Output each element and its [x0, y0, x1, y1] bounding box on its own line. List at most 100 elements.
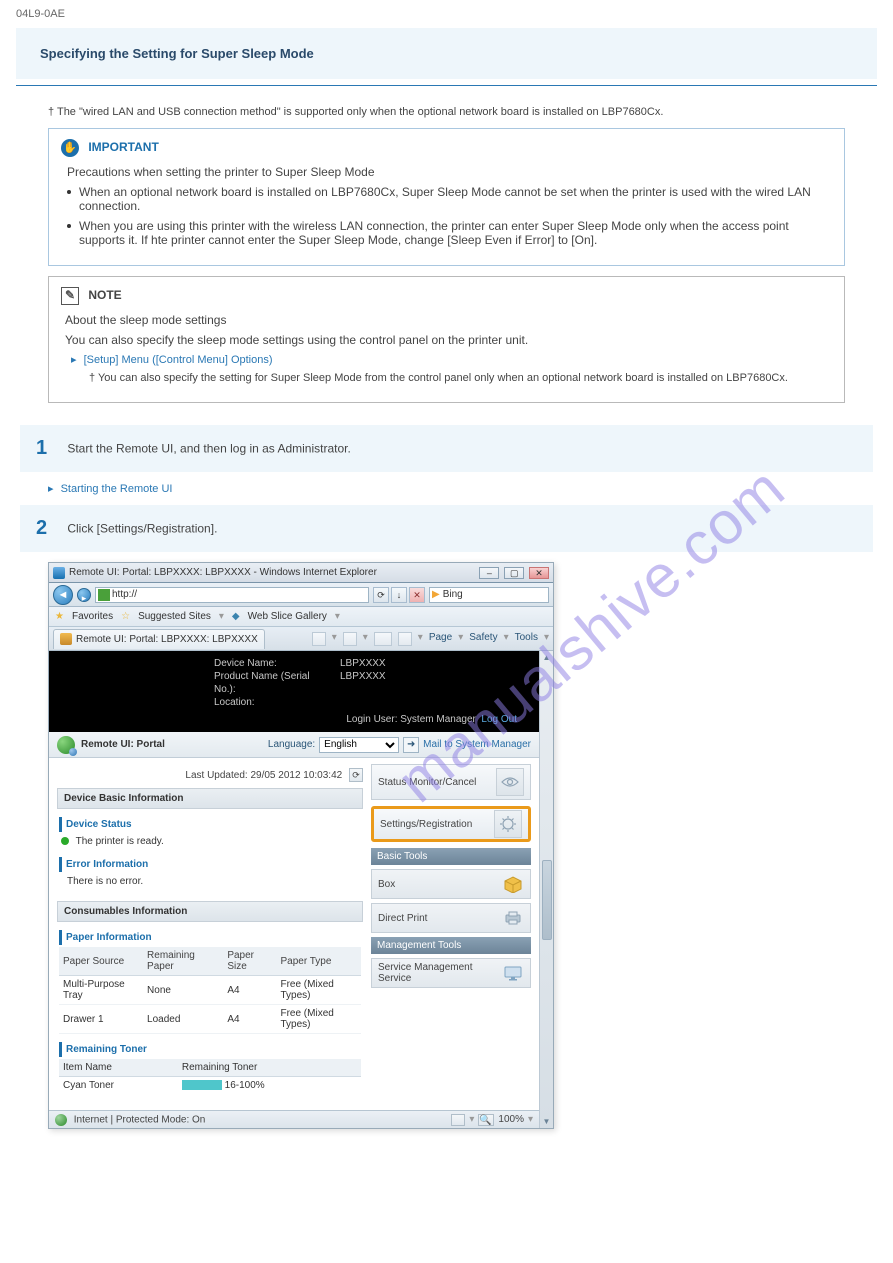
step-1-link[interactable]: ▸ Starting the Remote UI [48, 482, 845, 495]
device-name-value: LBPXXXX [340, 657, 386, 670]
window-favicon-icon [53, 567, 65, 579]
note-box: ✎ NOTE About the sleep mode settings You… [48, 276, 845, 403]
scrollbar-thumb[interactable] [542, 860, 552, 940]
refresh-button[interactable]: ⟳ [373, 587, 389, 603]
close-button[interactable]: ✕ [529, 567, 549, 579]
paper-table: Paper Source Remaining Paper Paper Size … [59, 947, 361, 1034]
forward-button[interactable]: ▸ [77, 588, 91, 602]
toolbar-buttons: ⟳ ↓ ✕ [373, 587, 425, 603]
browser-toolbar: ◄ ▸ http:// ⟳ ↓ ✕ ▶ Bing [49, 583, 553, 607]
settings-registration-button[interactable]: Settings/Registration [371, 806, 531, 842]
favorites-star-icon[interactable]: ★ [55, 611, 64, 622]
note-heading: ✎ NOTE [61, 287, 832, 305]
product-name-value: LBPXXXX [340, 670, 386, 696]
step-2: 2 Click [Settings/Registration]. [20, 505, 873, 552]
device-status-head: Device Status [59, 817, 361, 832]
browser-status-bar: Internet | Protected Mode: On ▾ 🔍 100% ▾ [49, 1110, 539, 1128]
scroll-up-icon[interactable]: ▲ [543, 653, 551, 662]
status-text: The printer is ready. [76, 836, 164, 847]
search-box[interactable]: ▶ Bing [429, 587, 549, 603]
portal-body: Last Updated: 29/05 2012 10:03:42 ⟳ Devi… [49, 758, 539, 1110]
status-monitor-label: Status Monitor/Cancel [378, 777, 476, 788]
step-1-link-text: Starting the Remote UI [61, 483, 173, 495]
menu-safety[interactable]: Safety [469, 632, 497, 646]
language-label: Language: [268, 739, 315, 750]
table-row: Cyan Toner 16-100% [59, 1077, 361, 1095]
stop-x-button[interactable]: ✕ [409, 587, 425, 603]
paper-th0: Paper Source [59, 947, 143, 976]
step-2-number: 2 [36, 517, 54, 540]
location-label: Location: [214, 696, 334, 709]
mail-to-manager-link[interactable]: Mail to System Manager [423, 739, 531, 750]
paper-th1: Remaining Paper [143, 947, 223, 976]
minimize-button[interactable]: – [479, 567, 499, 579]
menu-tools[interactable]: Tools [515, 632, 538, 646]
direct-print-label: Direct Print [378, 913, 427, 924]
printer-icon [502, 907, 524, 929]
tab-title: Remote UI: Portal: LBPXXXX: LBPXXXX [76, 634, 258, 645]
browser-tab[interactable]: Remote UI: Portal: LBPXXXX: LBPXXXX [53, 629, 265, 649]
scroll-down-icon[interactable]: ▼ [543, 1117, 551, 1126]
error-info-head: Error Information [59, 857, 361, 872]
logout-link[interactable]: Log Out [481, 714, 517, 725]
refresh-button[interactable]: ⟳ [349, 768, 363, 782]
maximize-button[interactable]: ▢ [504, 567, 524, 579]
back-button[interactable]: ◄ [53, 585, 73, 605]
note-link-text: [Setup] Menu ([Control Menu] Options) [84, 354, 273, 366]
note-line1: About the sleep mode settings [65, 313, 832, 327]
browser-window: Remote UI: Portal: LBPXXXX: LBPXXXX - Wi… [48, 562, 554, 1129]
important-box: ✋ IMPORTANT Precautions when setting the… [48, 128, 845, 266]
fav-item1[interactable]: Suggested Sites [138, 611, 211, 622]
address-bar[interactable]: http:// [95, 587, 369, 603]
portal-title: Remote UI: Portal [81, 739, 165, 750]
menu-page[interactable]: Page [429, 632, 452, 646]
gear-icon [494, 810, 522, 838]
zone-icon[interactable] [451, 1114, 465, 1126]
direct-print-tool[interactable]: Direct Print [371, 903, 531, 933]
toner-th1: Remaining Toner [178, 1059, 361, 1077]
zoom-icon[interactable]: 🔍 [478, 1114, 494, 1126]
note-link[interactable]: ▸ [Setup] Menu ([Control Menu] Options) [71, 353, 832, 366]
language-select[interactable]: English [319, 737, 399, 753]
fav-star-icon: ☆ [121, 611, 130, 622]
address-text: http:// [112, 589, 137, 600]
fav-item2[interactable]: Web Slice Gallery [248, 611, 327, 622]
language-go-button[interactable]: ➜ [403, 737, 419, 753]
page-content: Device Name: LBPXXXX Product Name (Serial… [49, 651, 553, 1128]
eye-icon [496, 768, 524, 796]
box-label: Box [378, 879, 395, 890]
window-titlebar: Remote UI: Portal: LBPXXXX: LBPXXXX - Wi… [49, 563, 553, 583]
print-icon[interactable] [398, 632, 412, 646]
note-heading-text: NOTE [88, 288, 121, 302]
header-footnote: † The "wired LAN and USB connection meth… [48, 106, 845, 118]
toner-bar-icon [182, 1080, 222, 1090]
important-bullet1: When an optional network board is instal… [79, 185, 832, 213]
table-row: Drawer 1 Loaded A4 Free (Mixed Types) [59, 1005, 361, 1034]
search-engine-name: Bing [443, 589, 463, 600]
device-name-label: Device Name: [214, 657, 334, 670]
table-header-row: Paper Source Remaining Paper Paper Size … [59, 947, 361, 976]
important-icon: ✋ [61, 139, 79, 157]
feeds-icon[interactable] [343, 632, 357, 646]
sms-tool[interactable]: Service Management Service [371, 958, 531, 988]
favorites-bar: ★ Favorites ☆ Suggested Sites ▾ ◆ Web Sl… [49, 607, 553, 627]
heading-underline [16, 85, 877, 86]
settings-registration-label: Settings/Registration [380, 819, 472, 830]
portal-logo-icon [57, 736, 75, 754]
scrollbar[interactable]: ▲ ▼ [539, 651, 553, 1128]
box-tool[interactable]: Box [371, 869, 531, 899]
product-name-label: Product Name (Serial No.): [214, 670, 334, 696]
mail-icon[interactable] [374, 632, 392, 646]
tab-favicon-icon [60, 633, 72, 645]
window-title-text: Remote UI: Portal: LBPXXXX: LBPXXXX - Wi… [69, 567, 377, 578]
stop-button[interactable]: ↓ [391, 587, 407, 603]
note-line2: You can also specify the sleep mode sett… [65, 333, 832, 347]
toner-table: Item Name Remaining Toner Cyan Toner 16-… [59, 1059, 361, 1094]
table-header-row: Item Name Remaining Toner [59, 1059, 361, 1077]
status-monitor-button[interactable]: Status Monitor/Cancel [371, 764, 531, 800]
last-updated: Last Updated: 29/05 2012 10:03:42 ⟳ [57, 764, 363, 788]
status-line: The printer is ready. [59, 834, 361, 853]
favorites-label[interactable]: Favorites [72, 611, 113, 622]
site-lock-icon [98, 589, 110, 601]
home-icon[interactable] [312, 632, 326, 646]
